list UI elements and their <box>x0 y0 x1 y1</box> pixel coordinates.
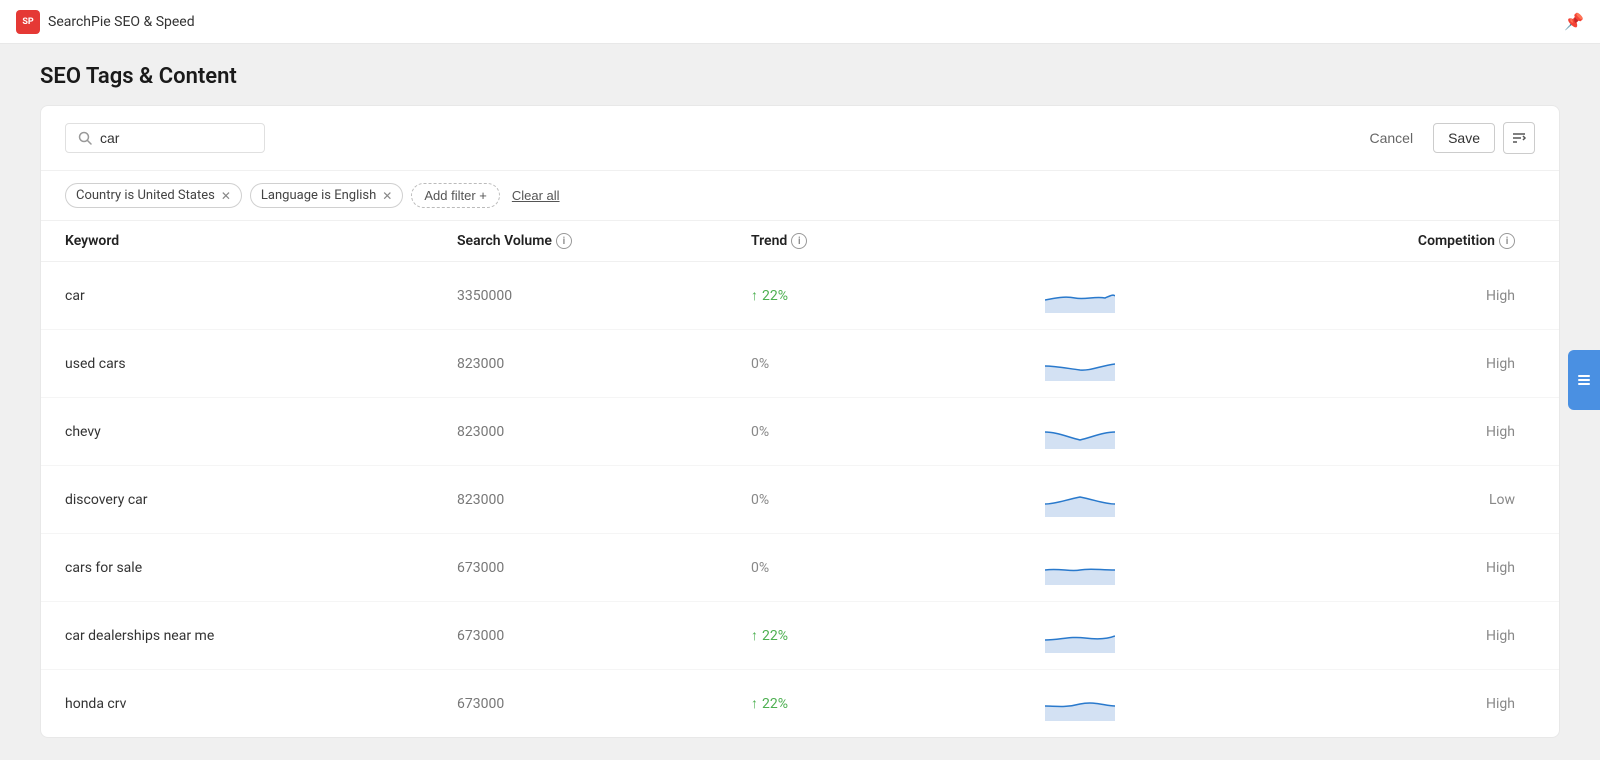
search-area <box>65 123 1357 153</box>
cell-keyword: used cars <box>65 356 457 372</box>
col-trend-label: Trend <box>751 233 787 249</box>
trend-value: 0% <box>751 492 769 508</box>
cell-trend: ↑22% <box>751 287 1045 304</box>
page-title: SEO Tags & Content <box>40 64 1560 89</box>
cell-keyword: car <box>65 288 457 304</box>
col-volume: Search Volume i <box>457 233 751 249</box>
cell-keyword: honda crv <box>65 696 457 712</box>
search-header: Cancel Save <box>41 106 1559 171</box>
table-row: honda crv 673000 ↑22% High <box>41 670 1559 737</box>
competition-info-icon[interactable]: i <box>1499 233 1515 249</box>
cell-chart <box>1045 346 1241 381</box>
cell-trend: 0% <box>751 424 1045 440</box>
cell-competition: High <box>1241 288 1535 304</box>
cell-trend: 0% <box>751 356 1045 372</box>
trend-value: 0% <box>751 424 769 440</box>
table-row: chevy 823000 0% High <box>41 398 1559 466</box>
app-branding: SP SearchPie SEO & Speed <box>16 10 195 34</box>
table-row: used cars 823000 0% High <box>41 330 1559 398</box>
table-row: discovery car 823000 0% Low <box>41 466 1559 534</box>
cell-chart <box>1045 482 1241 517</box>
side-widget[interactable] <box>1568 350 1600 410</box>
col-trend: Trend i <box>751 233 1045 249</box>
cell-chart <box>1045 414 1241 449</box>
sort-button[interactable] <box>1503 122 1535 154</box>
cell-keyword: discovery car <box>65 492 457 508</box>
cell-competition: High <box>1241 696 1535 712</box>
top-bar: SP SearchPie SEO & Speed 📌 <box>0 0 1600 44</box>
app-icon-text: SP <box>22 17 33 27</box>
cell-competition: High <box>1241 628 1535 644</box>
language-filter-label: Language is English <box>261 188 376 203</box>
cell-trend: ↑22% <box>751 695 1045 712</box>
save-button[interactable]: Save <box>1433 123 1495 153</box>
cell-trend: ↑22% <box>751 627 1045 644</box>
cell-keyword: cars for sale <box>65 560 457 576</box>
cell-competition: High <box>1241 356 1535 372</box>
search-icon <box>78 131 92 145</box>
trend-arrow-up-icon: ↑ <box>751 287 758 304</box>
cancel-button[interactable]: Cancel <box>1357 124 1425 152</box>
cell-competition: High <box>1241 560 1535 576</box>
country-filter-remove[interactable]: ✕ <box>221 189 231 203</box>
widget-icon <box>1576 372 1592 388</box>
trend-arrow-up-icon: ↑ <box>751 627 758 644</box>
trend-arrow-up-icon: ↑ <box>751 695 758 712</box>
app-name: SearchPie SEO & Speed <box>48 14 195 30</box>
cell-trend: 0% <box>751 492 1045 508</box>
clear-all-button[interactable]: Clear all <box>508 184 564 207</box>
page-title-area: SEO Tags & Content <box>0 44 1600 105</box>
col-volume-label: Search Volume <box>457 233 552 249</box>
trend-value: 22% <box>762 288 788 304</box>
filters-row: Country is United States ✕ Language is E… <box>41 171 1559 221</box>
main-card: Cancel Save Country is United States ✕ L… <box>40 105 1560 738</box>
pin-icon[interactable]: 📌 <box>1564 12 1584 31</box>
add-filter-button[interactable]: Add filter + <box>411 183 500 208</box>
cell-volume: 673000 <box>457 560 751 576</box>
app-icon: SP <box>16 10 40 34</box>
search-actions: Cancel Save <box>1357 122 1535 154</box>
col-chart <box>1045 233 1241 249</box>
volume-info-icon[interactable]: i <box>556 233 572 249</box>
col-competition: Competition i <box>1241 233 1535 249</box>
cell-keyword: car dealerships near me <box>65 628 457 644</box>
cell-competition: High <box>1241 424 1535 440</box>
cell-chart <box>1045 686 1241 721</box>
cell-chart <box>1045 278 1241 313</box>
trend-value: 0% <box>751 560 769 576</box>
search-wrapper[interactable] <box>65 123 265 153</box>
col-competition-label: Competition <box>1418 233 1495 249</box>
cell-chart <box>1045 550 1241 585</box>
cell-volume: 823000 <box>457 492 751 508</box>
language-filter-tag[interactable]: Language is English ✕ <box>250 183 403 208</box>
cell-volume: 673000 <box>457 628 751 644</box>
search-input[interactable] <box>100 130 220 146</box>
sort-icon <box>1511 130 1527 146</box>
cell-keyword: chevy <box>65 424 457 440</box>
cell-competition: Low <box>1241 492 1535 508</box>
cell-trend: 0% <box>751 560 1045 576</box>
trend-value: 22% <box>762 696 788 712</box>
trend-value: 22% <box>762 628 788 644</box>
cell-chart <box>1045 618 1241 653</box>
cell-volume: 673000 <box>457 696 751 712</box>
trend-info-icon[interactable]: i <box>791 233 807 249</box>
trend-value: 0% <box>751 356 769 372</box>
table-header: Keyword Search Volume i Trend i Competit… <box>41 221 1559 262</box>
col-keyword: Keyword <box>65 233 457 249</box>
cell-volume: 3350000 <box>457 288 751 304</box>
table-row: car dealerships near me 673000 ↑22% High <box>41 602 1559 670</box>
language-filter-remove[interactable]: ✕ <box>382 189 392 203</box>
country-filter-tag[interactable]: Country is United States ✕ <box>65 183 242 208</box>
table-body: car 3350000 ↑22% High used cars 823000 0… <box>41 262 1559 737</box>
col-keyword-label: Keyword <box>65 233 119 249</box>
country-filter-label: Country is United States <box>76 188 215 203</box>
table-row: car 3350000 ↑22% High <box>41 262 1559 330</box>
cell-volume: 823000 <box>457 424 751 440</box>
table-row: cars for sale 673000 0% High <box>41 534 1559 602</box>
cell-volume: 823000 <box>457 356 751 372</box>
